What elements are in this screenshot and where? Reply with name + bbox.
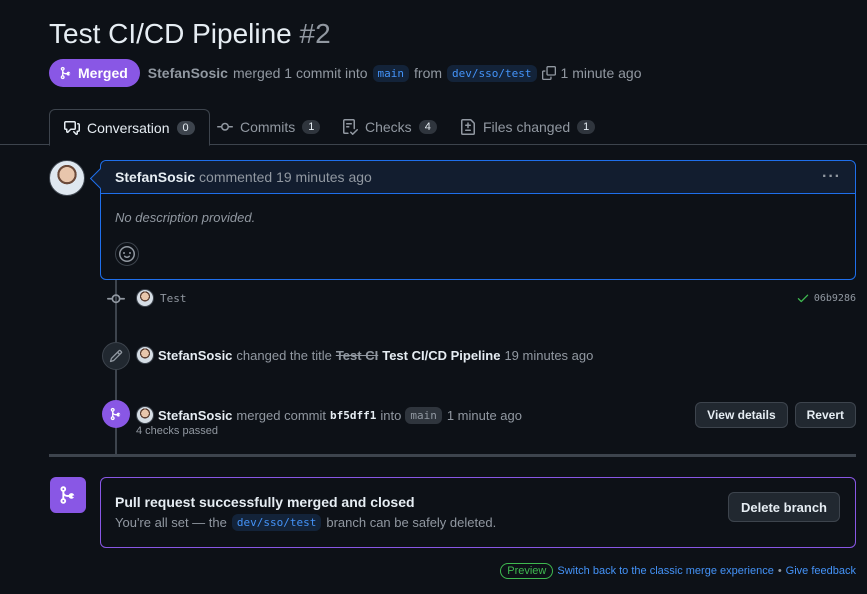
comment-author[interactable]: StefanSosic [115,169,195,185]
comment-body: No description provided. [115,210,256,225]
state-label: Merged [78,65,128,81]
view-details-button[interactable]: View details [695,402,788,428]
commit-sha[interactable]: 06b9286 [814,293,856,304]
tab-files-changed-count: 1 [577,120,596,134]
tab-checks-label: Checks [365,119,412,135]
merge-icon [60,66,71,80]
tab-files-changed[interactable]: Files changed 1 [446,109,609,145]
tab-conversation-count: 0 [176,120,195,135]
merge-icon [110,407,121,421]
merge-status-tile [50,477,86,513]
preview-badge: Preview [500,563,554,579]
tab-conversation-label: Conversation [87,119,170,136]
into-text: into [380,407,402,423]
pr-meta: Merged StefanSosic merged 1 commit into … [49,59,641,87]
timeline-divider [49,454,856,457]
merge-branch[interactable]: main [405,406,442,424]
checks-passed[interactable]: 4 checks passed [136,425,218,437]
merge-avatar[interactable] [136,406,154,424]
merge-badge [102,400,130,428]
new-title: Test CI/CD Pipeline [382,347,501,363]
pr-number: #2 [299,18,331,49]
comment-time: commented 19 minutes ago [199,169,372,185]
pr-title-text: Test CI/CD Pipeline [49,18,292,49]
checklist-icon [343,119,358,135]
rename-action: changed the title [236,347,332,363]
merge-sha[interactable]: bf5dff1 [330,409,376,422]
rename-event: StefanSosic changed the title Test CI Te… [136,345,856,365]
add-reaction-button[interactable] [115,242,139,266]
file-diff-icon [461,119,475,135]
base-branch[interactable]: main [372,64,410,82]
smiley-icon [119,246,135,262]
tab-conversation[interactable]: Conversation 0 [49,109,210,146]
merge-action: merged commit [236,407,326,423]
comment-meta: StefanSosic commented 19 minutes ago [115,169,372,185]
comment-box: StefanSosic commented 19 minutes ago ···… [100,160,856,280]
revert-button[interactable]: Revert [794,402,856,428]
tab-commits-count: 1 [302,120,321,134]
delete-branch-button[interactable]: Delete branch [728,492,840,522]
merge-box: Pull request successfully merged and clo… [100,477,856,548]
merge-box-sub-suffix: branch can be safely deleted. [326,515,497,530]
tab-commits-label: Commits [240,119,296,135]
merge-time: 1 minute ago [560,65,642,81]
old-title: Test CI [335,347,379,363]
merge-footer: Preview Switch back to the classic merge… [500,563,856,579]
kebab-menu-icon[interactable]: ··· [822,168,841,186]
commit-icon [217,122,233,131]
merge-summary: StefanSosic merged 1 commit into main fr… [148,64,642,82]
commit-status: 06b9286 [796,291,856,305]
tab-commits[interactable]: Commits 1 [203,109,334,145]
commit-message[interactable]: Test [160,292,187,305]
rename-time: 19 minutes ago [504,347,594,363]
from-text: from [414,65,443,81]
merge-box-branch[interactable]: dev/sso/test [231,514,322,531]
rename-author[interactable]: StefanSosic [158,348,232,363]
head-branch[interactable]: dev/sso/test [447,64,537,82]
rename-badge [102,342,130,370]
check-icon[interactable] [796,291,810,305]
state-badge: Merged [49,59,140,87]
footer-separator: • [777,565,782,577]
switch-classic-link[interactable]: Switch back to the classic merge experie… [557,565,773,577]
merge-actions: View details Revert [695,402,856,428]
tab-files-changed-label: Files changed [483,119,571,135]
pr-title: Test CI/CD Pipeline #2 [49,18,331,50]
author-link[interactable]: StefanSosic [148,65,228,81]
tab-checks[interactable]: Checks 4 [328,109,451,145]
author-avatar[interactable] [49,160,85,196]
tab-checks-count: 4 [418,120,437,134]
commit-node-icon [107,294,125,304]
copy-icon[interactable] [541,66,556,80]
merge-event: StefanSosic merged commit bf5dff1 into m… [136,402,856,428]
rename-avatar[interactable] [136,346,154,364]
commit-avatar[interactable] [136,289,154,307]
pencil-icon [109,349,123,363]
pr-tabs: Conversation 0 Commits 1 Checks 4 Files … [0,109,867,146]
merge-box-sub-prefix: You're all set — the [115,515,227,530]
merge-icon [60,486,75,504]
comment-header: StefanSosic commented 19 minutes ago ··· [101,161,855,194]
merged-text: merged 1 commit into [232,65,368,81]
merge-time: 1 minute ago [446,407,522,423]
give-feedback-link[interactable]: Give feedback [786,565,856,577]
comment-discussion-icon [64,120,80,135]
merge-author[interactable]: StefanSosic [158,408,232,423]
commit-event: Test 06b9286 [136,288,856,308]
